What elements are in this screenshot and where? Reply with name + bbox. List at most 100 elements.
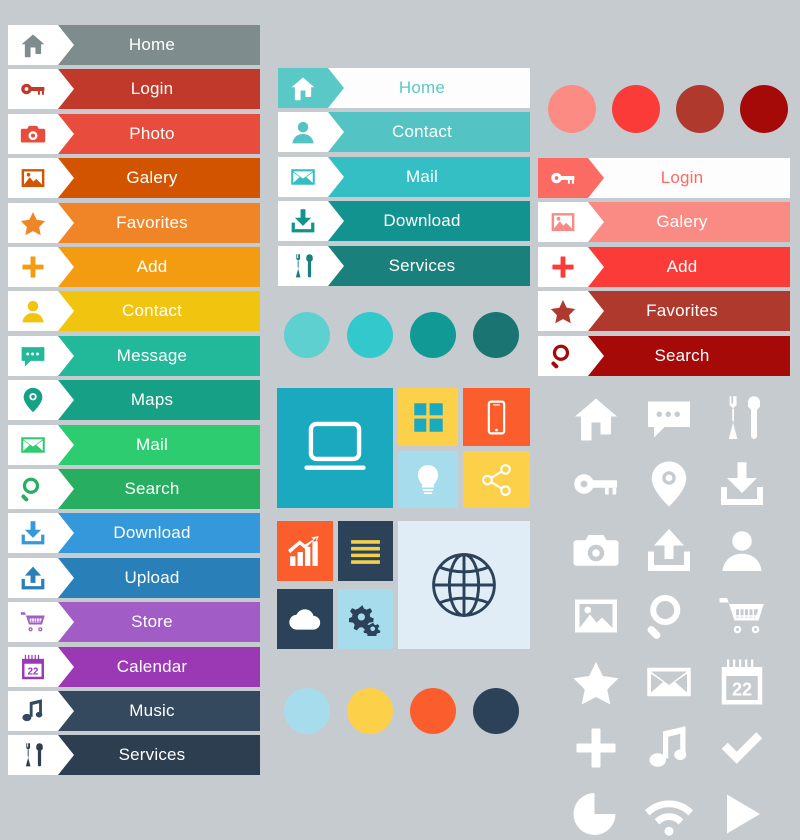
mixed-swatch-2[interactable]	[347, 688, 393, 734]
nav-item-download[interactable]: Download	[278, 201, 530, 242]
svg-text:22: 22	[732, 680, 752, 700]
tile-phone[interactable]	[463, 388, 530, 446]
camera-icon	[8, 113, 74, 154]
key-icon[interactable]	[570, 458, 622, 510]
nav-item-label: Login	[660, 168, 704, 187]
nav-item-label: Message	[116, 345, 188, 365]
teal-swatch-3[interactable]	[410, 312, 456, 358]
red-swatch-3[interactable]	[676, 85, 724, 133]
nav-item-label: Services	[118, 745, 186, 765]
tile-windows[interactable]	[398, 388, 458, 446]
nav-item-label: Download	[113, 523, 191, 543]
mail-icon	[8, 424, 74, 465]
nav-item-services[interactable]: Services	[278, 245, 530, 286]
play-icon[interactable]	[716, 788, 768, 840]
nav-item-search[interactable]: Search	[8, 469, 260, 509]
tile-bulb[interactable]	[398, 451, 458, 508]
cart-icon	[8, 602, 74, 643]
windows-icon	[411, 400, 446, 435]
nav-item-add[interactable]: Add	[538, 246, 790, 287]
nav-item-services[interactable]: Services	[8, 735, 260, 776]
nav-item-photo[interactable]: Photo	[8, 113, 260, 154]
tile-cloud[interactable]	[277, 589, 333, 649]
bulb-icon	[411, 463, 445, 497]
nav-item-upload[interactable]: Upload	[8, 557, 260, 598]
nav-item-mail[interactable]: Mail	[278, 156, 530, 197]
map-pin-icon	[8, 380, 74, 421]
tile-laptop[interactable]	[277, 388, 393, 508]
nav-item-add[interactable]: Add	[8, 247, 260, 287]
user-icon	[8, 291, 74, 332]
home-icon[interactable]	[570, 392, 622, 444]
download-icon[interactable]	[716, 458, 768, 510]
nav-item-favorites[interactable]: Favorites	[8, 202, 260, 243]
calendar-icon[interactable]: 22	[716, 656, 768, 708]
nav-item-login[interactable]: Login	[8, 69, 260, 110]
star-icon[interactable]	[570, 656, 622, 708]
message-icon[interactable]	[643, 392, 695, 444]
music-icon[interactable]	[643, 722, 695, 774]
cart-icon[interactable]	[716, 590, 768, 642]
red-swatch-4[interactable]	[740, 85, 788, 133]
nav-item-home[interactable]: Home	[278, 68, 530, 108]
tools-icon[interactable]	[716, 392, 768, 444]
teal-swatch-1[interactable]	[284, 312, 330, 358]
red-swatch-1[interactable]	[548, 85, 596, 133]
nav-item-favorites[interactable]: Favorites	[538, 291, 790, 332]
download-icon	[8, 513, 74, 554]
star-icon	[8, 202, 74, 243]
mixed-swatch-4[interactable]	[473, 688, 519, 734]
teal-swatch-2[interactable]	[347, 312, 393, 358]
piechart-icon[interactable]	[570, 788, 622, 840]
nav-item-contact[interactable]: Contact	[278, 112, 530, 153]
user-icon[interactable]	[716, 524, 768, 576]
mixed-swatch-1[interactable]	[284, 688, 330, 734]
nav-item-home[interactable]: Home	[8, 25, 260, 65]
nav-item-label: Home	[128, 35, 176, 54]
nav-item-maps[interactable]: Maps	[8, 380, 260, 421]
key-icon	[538, 158, 604, 198]
barchart-icon	[288, 534, 322, 568]
message-icon	[8, 335, 74, 376]
nav-item-login[interactable]: Login	[538, 158, 790, 198]
nav-item-label: Contact	[122, 301, 182, 321]
mail-icon[interactable]	[643, 656, 695, 708]
user-icon	[278, 112, 344, 153]
nav-item-galery[interactable]: Galery	[538, 202, 790, 243]
upload-icon[interactable]	[643, 524, 695, 576]
nav-item-calendar[interactable]: 22 Calendar	[8, 646, 260, 687]
laptop-icon	[300, 413, 370, 483]
nav-item-search[interactable]: Search	[538, 335, 790, 376]
share-icon	[480, 463, 514, 497]
nav-item-store[interactable]: Store	[8, 602, 260, 643]
nav-item-label: Services	[388, 255, 456, 275]
search-icon[interactable]	[643, 590, 695, 642]
image-icon[interactable]	[570, 590, 622, 642]
nav-item-galery[interactable]: Galery	[8, 158, 260, 199]
tile-gears[interactable]	[338, 589, 393, 649]
nav-item-music[interactable]: Music	[8, 691, 260, 731]
tile-share[interactable]	[463, 451, 530, 508]
nav-item-label: Home	[398, 78, 446, 97]
nav-item-message[interactable]: Message	[8, 335, 260, 376]
nav-item-download[interactable]: Download	[8, 513, 260, 554]
plus-icon[interactable]	[570, 722, 622, 774]
list-icon	[349, 535, 382, 568]
nav-item-contact[interactable]: Contact	[8, 291, 260, 332]
tile-list[interactable]	[338, 521, 393, 581]
camera-icon[interactable]	[570, 524, 622, 576]
nav-item-label: Photo	[129, 123, 175, 143]
nav-item-label: Download	[383, 211, 461, 231]
tile-barchart[interactable]	[277, 521, 333, 581]
tile-globe[interactable]	[398, 521, 530, 649]
red-swatch-2[interactable]	[612, 85, 660, 133]
nav-item-mail[interactable]: Mail	[8, 424, 260, 465]
mixed-swatch-3[interactable]	[410, 688, 456, 734]
check-icon[interactable]	[716, 722, 768, 774]
nav-item-label: Maps	[130, 390, 174, 410]
nav-item-label: Favorites	[116, 212, 188, 232]
wifi-icon[interactable]	[643, 788, 695, 840]
plus-icon	[8, 247, 74, 287]
teal-swatch-4[interactable]	[473, 312, 519, 358]
map-pin-icon[interactable]	[643, 458, 695, 510]
